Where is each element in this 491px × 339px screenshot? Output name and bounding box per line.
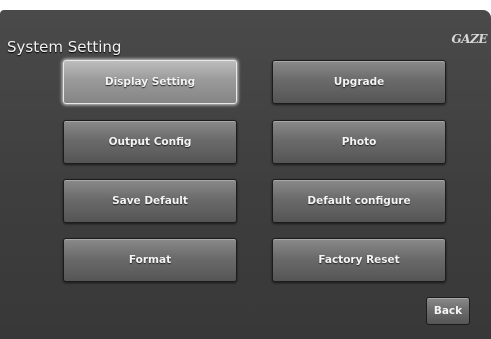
back-button[interactable]: Back <box>426 297 470 325</box>
brand-logo: GAZE <box>451 32 488 46</box>
format-button[interactable]: Format <box>63 238 237 282</box>
factory-reset-button[interactable]: Factory Reset <box>272 238 446 282</box>
output-config-button[interactable]: Output Config <box>63 120 237 164</box>
save-default-button[interactable]: Save Default <box>63 179 237 223</box>
photo-button[interactable]: Photo <box>272 120 446 164</box>
page-title: System Setting <box>7 38 122 56</box>
display-setting-button[interactable]: Display Setting <box>63 60 237 104</box>
default-configure-button[interactable]: Default configure <box>272 179 446 223</box>
upgrade-button[interactable]: Upgrade <box>272 60 446 104</box>
